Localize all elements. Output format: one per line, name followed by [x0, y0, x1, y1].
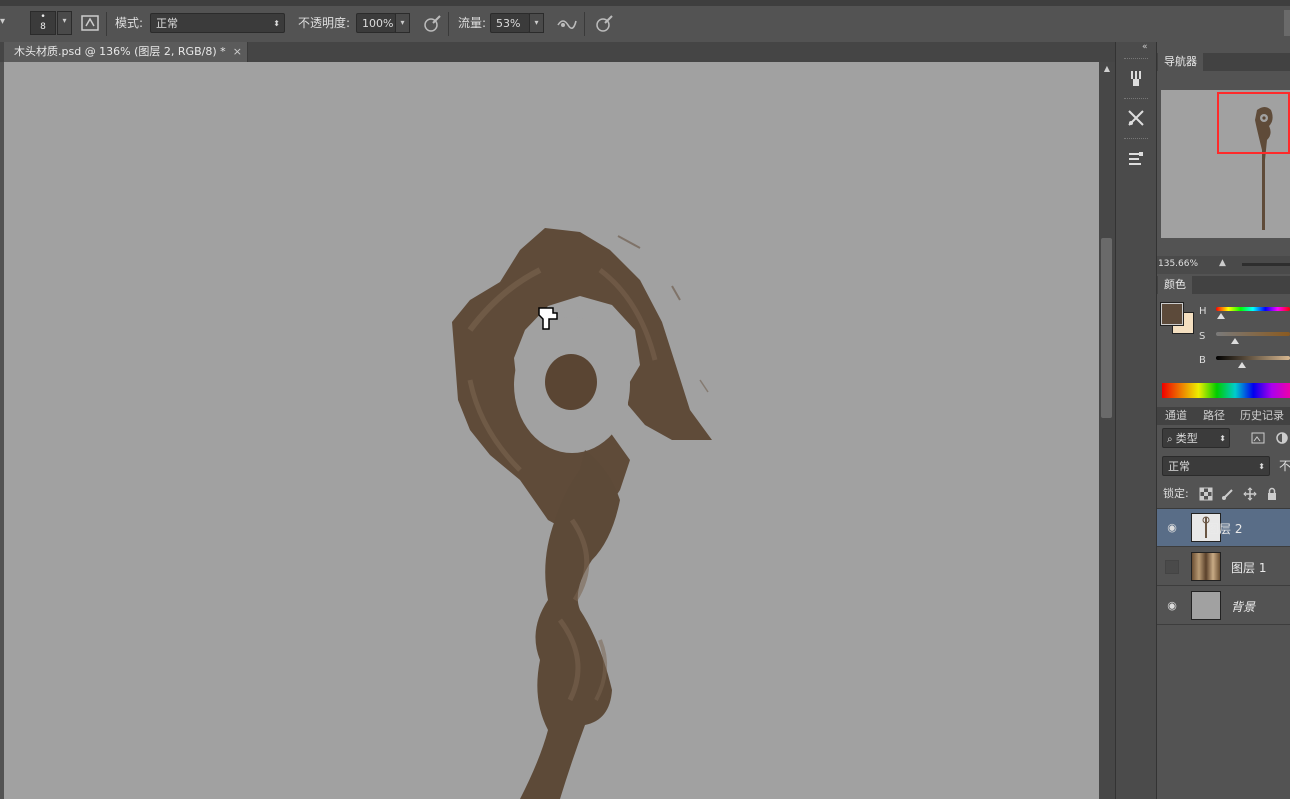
- hand-cursor-icon: [535, 305, 561, 333]
- zoom-out-icon[interactable]: ▲: [1219, 258, 1226, 268]
- hue-slider[interactable]: [1216, 307, 1290, 311]
- layer-filter-select[interactable]: ⌕ 类型 ⬍: [1162, 428, 1230, 448]
- layer-opacity-label: 不: [1279, 459, 1290, 473]
- pressure-size-icon[interactable]: [593, 13, 615, 35]
- navigator-zoom-bar: 135.66% ▲: [1157, 256, 1290, 274]
- document-tab[interactable]: 木头材质.psd @ 136% (图层 2, RGB/8) * ×: [4, 42, 248, 62]
- updown-icon: ⬍: [1258, 462, 1265, 471]
- dock-grip[interactable]: [1124, 138, 1148, 141]
- tab-navigator[interactable]: 导航器: [1158, 53, 1203, 71]
- visibility-eye-icon[interactable]: ◉: [1165, 522, 1179, 534]
- updown-icon: ⬍: [1219, 434, 1226, 443]
- layer-thumbnail-wood: [1191, 552, 1221, 581]
- lock-label: 锁定:: [1163, 487, 1189, 500]
- panel-dock-strip: «: [1115, 42, 1157, 799]
- mode-value: 正常: [156, 17, 178, 30]
- search-icon: ⌕: [1167, 434, 1176, 445]
- collapse-dock-icon[interactable]: «: [1142, 42, 1148, 52]
- saturation-label: S: [1199, 331, 1206, 342]
- brush-tip-icon: •: [40, 12, 46, 22]
- flow-dropdown-icon[interactable]: ▾: [529, 13, 544, 33]
- brightness-label: B: [1199, 355, 1206, 366]
- layer-row-layer-1[interactable]: 图层 1: [1157, 548, 1290, 586]
- tab-channels[interactable]: 通道: [1159, 407, 1193, 425]
- brush-panel-toggle-icon[interactable]: [80, 13, 100, 33]
- layer-row-layer-2[interactable]: ◉ 图层 2: [1157, 509, 1290, 547]
- opacity-label: 不透明度:: [298, 16, 351, 30]
- foreground-color-swatch[interactable]: [1161, 303, 1183, 325]
- lock-all-icon[interactable]: [1265, 487, 1279, 501]
- filter-pixel-layer-icon[interactable]: [1250, 430, 1266, 446]
- brightness-handle[interactable]: [1237, 362, 1246, 368]
- layer-row-background[interactable]: ◉ 背景: [1157, 587, 1290, 625]
- canvas[interactable]: [4, 62, 1099, 799]
- layer-thumbnail: [1191, 591, 1221, 620]
- zoom-slider[interactable]: [1242, 263, 1290, 266]
- separator: [106, 12, 107, 36]
- tool-preset-chevron-icon[interactable]: ▾: [0, 16, 5, 27]
- lock-pixels-brush-icon[interactable]: [1221, 487, 1235, 501]
- opacity-input[interactable]: 100%: [356, 13, 396, 33]
- updown-icon: ⬍: [273, 19, 280, 28]
- menu-strip-edge: [0, 0, 1290, 6]
- brush-size: 8: [40, 22, 46, 32]
- navigator-view-frame[interactable]: [1217, 92, 1290, 154]
- blend-mode-select[interactable]: 正常 ⬍: [1162, 456, 1270, 476]
- layer-name[interactable]: 图层 1: [1231, 559, 1266, 576]
- close-tab-icon[interactable]: ×: [233, 42, 242, 62]
- separator: [584, 12, 585, 36]
- document-title: 木头材质.psd @ 136% (图层 2, RGB/8) *: [14, 45, 226, 58]
- color-spectrum-ramp[interactable]: [1162, 383, 1290, 398]
- dock-grip[interactable]: [1124, 98, 1148, 101]
- scroll-up-icon[interactable]: ▲: [1099, 64, 1115, 74]
- brightness-slider[interactable]: [1216, 356, 1290, 360]
- airbrush-icon[interactable]: [555, 13, 579, 35]
- scroll-thumb[interactable]: [1101, 238, 1112, 418]
- layer-filter-value: 类型: [1175, 432, 1198, 445]
- flow-input[interactable]: 53%: [490, 13, 530, 33]
- filter-adjustment-icon[interactable]: [1274, 430, 1290, 446]
- tab-color[interactable]: 颜色: [1158, 276, 1192, 294]
- lock-position-move-icon[interactable]: [1243, 487, 1257, 501]
- brush-preset-picker[interactable]: • 8: [30, 11, 56, 35]
- tool-presets-icon[interactable]: [1120, 62, 1152, 94]
- dock-grip[interactable]: [1124, 58, 1148, 61]
- layer-name[interactable]: 背景: [1231, 598, 1255, 615]
- painting-wooden-staff: [452, 228, 712, 799]
- brush-picker-chevron-icon[interactable]: ▾: [57, 11, 72, 35]
- pressure-opacity-icon[interactable]: [421, 13, 443, 35]
- options-bar: ▾ • 8 ▾ 模式: 正常 ⬍ 不透明度: 100% ▾ 流量: 53% ▾: [0, 0, 1290, 48]
- vertical-scrollbar[interactable]: ▲: [1099, 62, 1115, 799]
- hue-handle[interactable]: [1217, 313, 1226, 319]
- tab-paths[interactable]: 路径: [1197, 407, 1231, 425]
- workspace-switcher-edge[interactable]: [1284, 10, 1290, 36]
- tab-history[interactable]: 历史记录: [1234, 407, 1290, 425]
- brush-presets-icon[interactable]: [1120, 142, 1152, 174]
- saturation-slider[interactable]: [1216, 332, 1290, 336]
- hue-label: H: [1199, 306, 1207, 317]
- visibility-eye-icon[interactable]: ◉: [1165, 600, 1179, 612]
- blend-mode-value: 正常: [1168, 460, 1190, 473]
- saturation-handle[interactable]: [1230, 338, 1239, 344]
- lock-transparent-icon[interactable]: [1199, 487, 1213, 501]
- navigator-zoom-value[interactable]: 135.66%: [1158, 259, 1198, 269]
- mode-select[interactable]: 正常 ⬍: [150, 13, 285, 33]
- separator: [448, 12, 449, 36]
- clone-source-icon[interactable]: [1120, 102, 1152, 134]
- flow-label: 流量:: [458, 16, 487, 30]
- layer-name[interactable]: 图层 2: [1207, 520, 1242, 537]
- mode-label: 模式:: [115, 16, 144, 30]
- opacity-dropdown-icon[interactable]: ▾: [395, 13, 410, 33]
- visibility-hidden-box[interactable]: [1165, 560, 1179, 574]
